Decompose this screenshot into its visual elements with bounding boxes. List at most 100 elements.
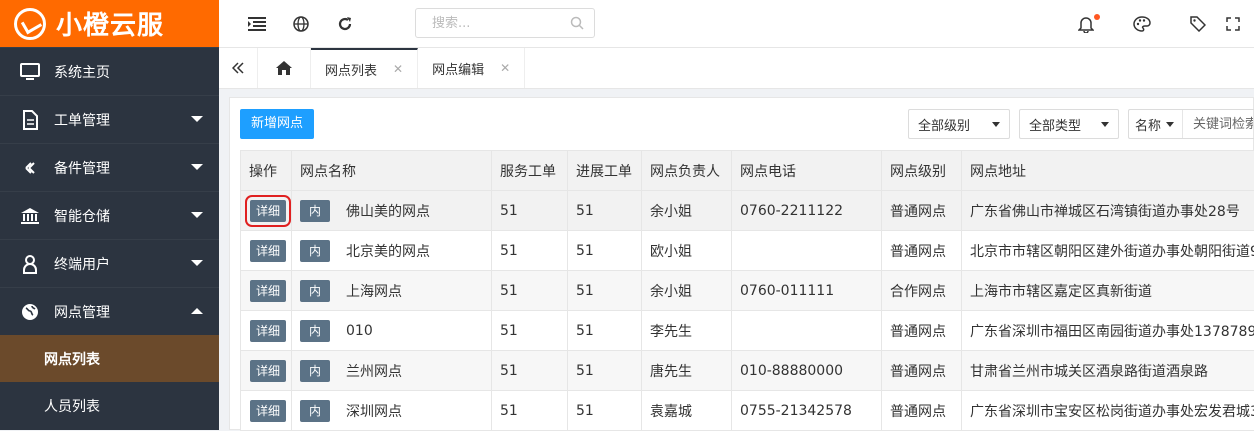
ops-cell: 详细	[241, 231, 292, 271]
chevron-down-icon	[1101, 122, 1109, 127]
detail-button[interactable]: 详细	[250, 400, 286, 422]
phone-cell	[732, 231, 882, 271]
sidebar-item-label: 终端用户	[54, 254, 110, 274]
add-outlet-button[interactable]: 新增网点	[240, 109, 314, 139]
fullscreen-icon[interactable]	[1226, 0, 1254, 47]
list-toolbar: 新增网点 全部级别 全部类型 名称	[230, 98, 1253, 150]
ops-cell: 详细	[241, 391, 292, 431]
type-select[interactable]: 全部类型	[1019, 109, 1119, 139]
service-cell: 51	[492, 191, 568, 231]
tab-outlet-list[interactable]: 网点列表 ✕	[311, 48, 418, 88]
name-cell: 内北京美的网点	[292, 231, 492, 271]
table-row[interactable]: 详细 内010 51 51 李先生 普通网点 广东省深圳市福田区南园街道办事处1…	[241, 311, 1254, 351]
outlet-name: 上海网点	[346, 281, 402, 301]
sidebar-subitem-outlet-list[interactable]: 网点列表	[0, 335, 219, 382]
sidebar-item-outlets[interactable]: 网点管理	[0, 287, 219, 335]
manager-cell: 唐先生	[642, 351, 732, 391]
manager-cell: 袁嘉城	[642, 391, 732, 431]
sidebar-item-parts[interactable]: 备件管理	[0, 143, 219, 191]
tabs-bar: 网点列表 ✕ 网点编辑 ✕	[219, 48, 1254, 89]
collapse-left-icon[interactable]	[219, 48, 258, 88]
address-cell: 广东省深圳市宝安区松岗街道办事处宏发君城3	[962, 391, 1254, 431]
diamond-link-icon	[18, 156, 42, 180]
level-cell: 普通网点	[882, 311, 962, 351]
name-cell: 内010	[292, 311, 492, 351]
bank-icon	[18, 204, 42, 228]
close-icon[interactable]: ✕	[393, 62, 403, 76]
table-row[interactable]: 详细 内上海网点 51 51 余小姐 0760-011111 合作网点 上海市市…	[241, 271, 1254, 311]
home-icon[interactable]	[258, 48, 311, 88]
internal-tag: 内	[300, 240, 330, 262]
name-cell: 内兰州网点	[292, 351, 492, 391]
table-row[interactable]: 详细 内兰州网点 51 51 唐先生 010-88880000 普通网点 甘肃省…	[241, 351, 1254, 391]
internal-tag: 内	[300, 400, 330, 422]
brand-logo-icon	[14, 8, 46, 40]
ops-cell: 详细	[241, 271, 292, 311]
main-content: 新增网点 全部级别 全部类型 名称 操作 网点名称 服务工单	[229, 97, 1254, 430]
keyword-input[interactable]	[1191, 116, 1254, 133]
col-header-progress: 进展工单	[568, 151, 642, 191]
progress-cell: 51	[568, 191, 642, 231]
detail-button[interactable]: 详细	[250, 240, 286, 262]
table-header-row: 操作 网点名称 服务工单 进展工单 网点负责人 网点电话 网点级别 网点地址	[241, 151, 1254, 191]
level-select[interactable]: 全部级别	[908, 109, 1010, 139]
chevron-down-icon	[191, 212, 203, 218]
outlet-name: 兰州网点	[346, 361, 402, 381]
field-select-value: 名称	[1135, 115, 1161, 134]
phone-cell: 010-88880000	[732, 351, 882, 391]
progress-cell: 51	[568, 391, 642, 431]
chevron-down-icon	[191, 164, 203, 170]
globe-icon	[18, 300, 42, 324]
tab-outlet-edit[interactable]: 网点编辑 ✕	[418, 48, 525, 88]
sidebar-item-endusers[interactable]: 终端用户	[0, 239, 219, 287]
name-cell: 内深圳网点	[292, 391, 492, 431]
search-input[interactable]	[430, 9, 564, 37]
col-header-level: 网点级别	[882, 151, 962, 191]
tab-label: 网点编辑	[432, 59, 484, 78]
close-icon[interactable]: ✕	[500, 61, 510, 75]
internal-tag: 内	[300, 280, 330, 302]
search-icon[interactable]	[570, 16, 584, 34]
field-select[interactable]: 名称	[1129, 110, 1183, 138]
service-cell: 51	[492, 351, 568, 391]
theme-palette-icon[interactable]	[1114, 0, 1170, 47]
outlet-name: 深圳网点	[346, 401, 402, 421]
level-cell: 普通网点	[882, 351, 962, 391]
sidebar-subitem-label: 网点列表	[44, 349, 100, 369]
table-row[interactable]: 详细 内佛山美的网点 51 51 余小姐 0760-2211122 普通网点 广…	[241, 191, 1254, 231]
progress-cell: 51	[568, 311, 642, 351]
outlet-table: 操作 网点名称 服务工单 进展工单 网点负责人 网点电话 网点级别 网点地址 详…	[240, 150, 1254, 431]
ops-cell: 详细	[241, 351, 292, 391]
ops-cell: 详细	[241, 311, 292, 351]
table-row[interactable]: 详细 内北京美的网点 51 51 欧小姐 普通网点 北京市市辖区朝阳区建外街道办…	[241, 231, 1254, 271]
tag-icon[interactable]	[1170, 0, 1226, 47]
detail-button[interactable]: 详细	[250, 280, 286, 302]
progress-cell: 51	[568, 231, 642, 271]
menu-toggle-icon[interactable]	[235, 0, 279, 47]
detail-button[interactable]: 详细	[250, 360, 286, 382]
level-select-value: 全部级别	[918, 115, 970, 134]
sidebar-subitem-staff-list[interactable]: 人员列表	[0, 382, 219, 429]
level-cell: 普通网点	[882, 231, 962, 271]
type-select-value: 全部类型	[1029, 115, 1081, 134]
address-cell: 甘肃省兰州市城关区酒泉路街道酒泉路	[962, 351, 1254, 391]
notification-bell-icon[interactable]	[1058, 0, 1114, 47]
sidebar-item-workorders[interactable]: 工单管理	[0, 95, 219, 143]
address-cell: 广东省深圳市福田区南园街道办事处13787898	[962, 311, 1254, 351]
website-globe-icon[interactable]	[279, 0, 323, 47]
chevron-down-icon	[191, 260, 203, 266]
chevron-down-icon	[1166, 122, 1174, 127]
table-row[interactable]: 详细 内深圳网点 51 51 袁嘉城 0755-21342578 普通网点 广东…	[241, 391, 1254, 431]
refresh-icon[interactable]	[323, 0, 367, 47]
chevron-down-icon	[992, 122, 1000, 127]
brand-header[interactable]: 小橙云服	[0, 0, 219, 47]
detail-button[interactable]: 详细	[250, 320, 286, 342]
sidebar-item-warehouse[interactable]: 智能仓储	[0, 191, 219, 239]
phone-cell: 0755-21342578	[732, 391, 882, 431]
sidebar-item-label: 智能仓储	[54, 206, 110, 226]
sidebar-item-home[interactable]: 系统主页	[0, 47, 219, 95]
sidebar-item-label: 网点管理	[54, 302, 110, 322]
address-cell: 上海市市辖区嘉定区真新街道	[962, 271, 1254, 311]
detail-button[interactable]: 详细	[250, 200, 286, 222]
address-cell: 北京市市辖区朝阳区建外街道办事处朝阳街道9	[962, 231, 1254, 271]
